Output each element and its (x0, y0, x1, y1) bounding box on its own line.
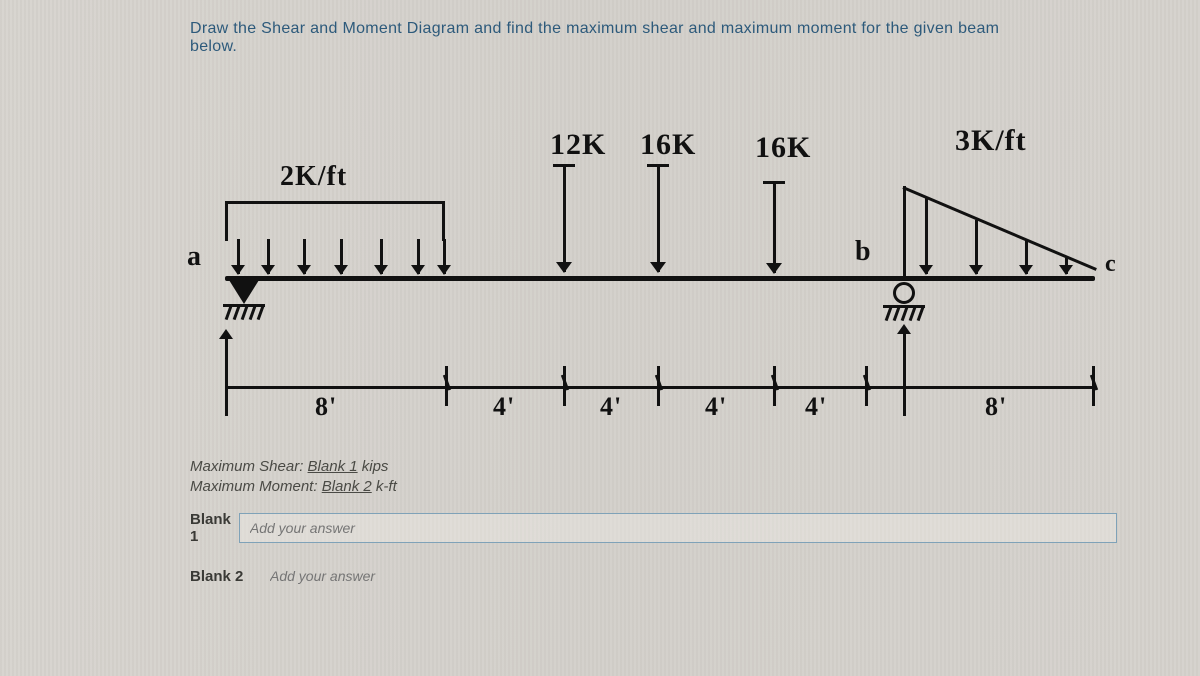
point-c-label: c (1105, 251, 1117, 278)
dim-tick (563, 366, 566, 406)
dim-5: 4' (805, 392, 827, 422)
dim-tick (773, 366, 776, 406)
point-load-3-label: 16K (755, 131, 811, 165)
question-prompt: Draw the Shear and Moment Diagram and fi… (190, 20, 1010, 56)
udl-arrow (237, 239, 240, 274)
dim-4: 4' (705, 392, 727, 422)
dim-tick (1092, 366, 1095, 406)
udl-arrow (443, 239, 446, 274)
ground-hatch-a (223, 304, 265, 322)
answers-section: Maximum Shear: Blank 1 kips Maximum Mome… (190, 458, 1010, 591)
moment-blank-ref: Blank 2 (322, 478, 372, 495)
tri-arrow (1065, 258, 1068, 274)
dim-6: 8' (985, 392, 1007, 422)
shear-prefix: Maximum Shear: (190, 458, 308, 475)
udl-arrow (380, 239, 383, 274)
max-moment-line: Maximum Moment: Blank 2 k-ft (190, 478, 1010, 495)
shear-blank-ref: Blank 1 (308, 458, 358, 475)
point-b-label: b (855, 236, 872, 268)
roller-support-b (893, 282, 915, 304)
dim-1: 8' (315, 392, 337, 422)
moment-units: k-ft (372, 478, 397, 495)
udl-rectangle (225, 201, 445, 241)
point-load-2-label: 16K (640, 128, 696, 162)
dim-tick (657, 366, 660, 406)
tri-load-label: 3K/ft (955, 124, 1027, 158)
tri-arrow (975, 220, 978, 274)
point-a-label: a (187, 241, 202, 273)
udl-arrow (340, 239, 343, 274)
blank-2-label: Blank 2 (190, 568, 262, 585)
dim-tick (225, 336, 228, 416)
blank-1-label: Blank 1 (190, 511, 231, 545)
tri-arrow (1025, 241, 1028, 274)
tri-load-vertical (903, 186, 906, 276)
tri-arrow (925, 198, 928, 274)
blank-2-input[interactable] (270, 561, 450, 591)
dim-3: 4' (600, 392, 622, 422)
udl-arrow (303, 239, 306, 274)
dim-2: 4' (493, 392, 515, 422)
dim-tick (865, 366, 868, 406)
blank-1-input[interactable] (239, 513, 1117, 543)
point-load-2 (657, 164, 660, 272)
point-load-3 (773, 181, 776, 273)
udl-arrow (267, 239, 270, 274)
dim-tick (445, 366, 448, 406)
moment-prefix: Maximum Moment: (190, 478, 322, 495)
max-shear-line: Maximum Shear: Blank 1 kips (190, 458, 1010, 475)
point-load-1 (563, 164, 566, 272)
pin-support-a (229, 280, 259, 304)
udl-arrow (417, 239, 420, 274)
dim-tick (903, 331, 906, 416)
beam-line (225, 276, 1095, 281)
beam-diagram: 2K/ft 12K 16K 16K 3K/ft a b c (185, 86, 1105, 446)
point-load-1-label: 12K (550, 128, 606, 162)
blank-2-row: Blank 2 (190, 561, 1010, 591)
ground-hatch-b (883, 305, 925, 323)
udl-label: 2K/ft (280, 161, 347, 193)
blank-1-row: Blank 1 (190, 511, 1010, 545)
shear-units: kips (358, 458, 389, 475)
